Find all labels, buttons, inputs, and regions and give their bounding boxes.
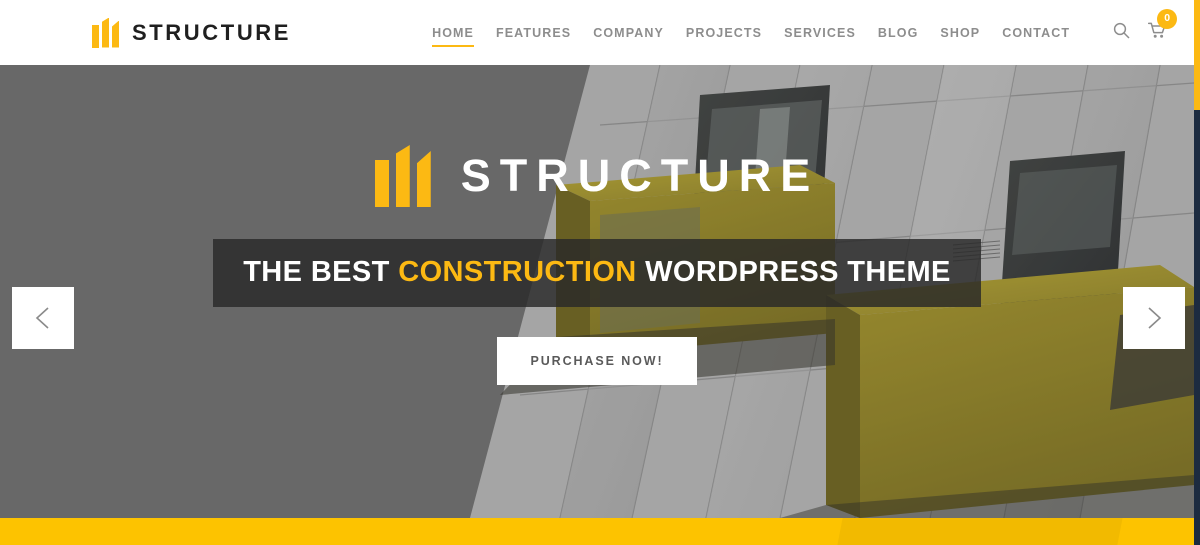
nav-item-projects[interactable]: PROJECTS	[675, 18, 773, 48]
page-root: STRUCTURE HOME FEATURES COMPANY PROJECTS…	[0, 0, 1200, 545]
nav-item-blog[interactable]: BLOG	[867, 18, 930, 48]
headline-post: WORDPRESS THEME	[636, 256, 951, 288]
hero-logo-text: STRUCTURE	[460, 150, 820, 201]
cart-count-badge: 0	[1157, 8, 1178, 29]
bottom-accent-band	[0, 518, 1194, 545]
purchase-now-button[interactable]: PURCHASE NOW!	[497, 337, 697, 385]
site-header: STRUCTURE HOME FEATURES COMPANY PROJECTS…	[0, 0, 1194, 65]
shopping-cart-icon[interactable]: 0	[1148, 8, 1178, 44]
chevron-right-icon	[1148, 307, 1162, 329]
headline-pre: THE BEST	[243, 256, 399, 288]
structure-bars-logo-icon	[92, 17, 119, 48]
logo-text: STRUCTURE	[132, 19, 292, 45]
page-scrollbar[interactable]	[1194, 0, 1200, 545]
hero-slider: STRUCTURE THE BEST CONSTRUCTION WORDPRES…	[0, 65, 1194, 518]
scrollbar-thumb[interactable]	[1194, 0, 1200, 110]
structure-bars-logo-icon	[374, 145, 431, 207]
hero-headline: THE BEST CONSTRUCTION WORDPRESS THEME	[243, 256, 951, 289]
nav-item-contact[interactable]: CONTACT	[991, 18, 1081, 48]
header-icons: 0	[1113, 8, 1178, 44]
hero-content: STRUCTURE THE BEST CONSTRUCTION WORDPRES…	[0, 65, 1194, 518]
hero-logo: STRUCTURE	[374, 145, 820, 207]
nav-item-company[interactable]: COMPANY	[582, 18, 675, 48]
hero-headline-band: THE BEST CONSTRUCTION WORDPRESS THEME	[213, 239, 981, 307]
slider-prev-button[interactable]	[12, 287, 74, 349]
band-shade	[837, 518, 1123, 545]
slider-next-button[interactable]	[1123, 287, 1185, 349]
nav-item-shop[interactable]: SHOP	[929, 18, 991, 48]
site-logo[interactable]: STRUCTURE	[92, 17, 292, 48]
headline-accent: CONSTRUCTION	[398, 256, 637, 288]
chevron-left-icon	[35, 307, 49, 329]
nav-item-features[interactable]: FEATURES	[485, 18, 582, 48]
nav-item-home[interactable]: HOME	[421, 18, 485, 48]
main-navigation: HOME FEATURES COMPANY PROJECTS SERVICES …	[421, 18, 1081, 48]
search-icon[interactable]	[1113, 22, 1130, 44]
nav-item-services[interactable]: SERVICES	[773, 18, 867, 48]
